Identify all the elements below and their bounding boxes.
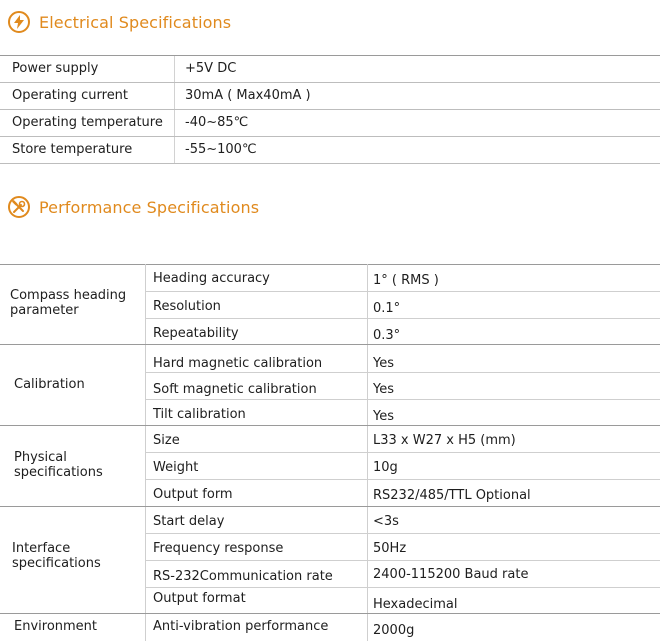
performance-section-title: Performance Specifications (8, 194, 259, 220)
spec-name: Repeatability (153, 326, 239, 341)
spec-value: L33 x W27 x H5 (mm) (373, 433, 516, 448)
table-row: Output form RS232/485/TTL Optional (145, 480, 660, 506)
spec-name: Operating temperature (12, 115, 163, 130)
table-row: Operating temperature -40~85℃ (0, 110, 660, 137)
spec-value: 0.1° (373, 301, 401, 316)
table-row: Weight 10g (145, 453, 660, 480)
spec-value: Yes (373, 382, 394, 397)
spec-name: Power supply (12, 61, 99, 76)
spec-group: Compass heading parameter Heading accura… (0, 264, 660, 345)
table-row: Size L33 x W27 x H5 (mm) (145, 426, 660, 453)
spec-value: Hexadecimal (373, 597, 458, 612)
electrical-section-title: Electrical Specifications (8, 9, 231, 35)
spec-value: 30mA ( Max40mA ) (185, 88, 311, 103)
spec-group: Interface specifications Start delay <3s… (0, 507, 660, 614)
table-row: Start delay <3s (145, 507, 660, 534)
performance-title-text: Performance Specifications (39, 197, 260, 217)
spec-value: -40~85℃ (185, 115, 249, 130)
spec-name: Size (153, 433, 180, 448)
spec-name: Output format (153, 591, 246, 606)
table-row: Store temperature -55~100℃ (0, 137, 660, 164)
table-row: Frequency response 50Hz (145, 534, 660, 561)
spec-group: Environment Anti-vibration performance 2… (0, 614, 660, 641)
electrical-specs-table: Power supply +5V DC Operating current 30… (0, 55, 660, 164)
table-row: Tilt calibration Yes (145, 400, 660, 425)
spec-value: 1° ( RMS ) (373, 273, 439, 288)
spec-value: 50Hz (373, 541, 407, 556)
group-label: Environment (14, 619, 98, 634)
group-label: Interface specifications (12, 541, 101, 571)
spec-name: Operating current (12, 88, 129, 103)
table-row: Soft magnetic calibration Yes (145, 373, 660, 400)
spec-name: Soft magnetic calibration (153, 382, 317, 397)
spec-value: 0.3° (373, 328, 401, 343)
spec-value: -55~100℃ (185, 142, 257, 157)
group-label: Physical specifications (14, 450, 103, 480)
group-label: Calibration (14, 377, 85, 392)
electrical-title-text: Electrical Specifications (39, 12, 232, 32)
tools-icon (8, 196, 30, 218)
table-row: Power supply +5V DC (0, 55, 660, 83)
spec-name: Heading accuracy (153, 271, 270, 286)
lightning-bolt-icon (8, 11, 30, 33)
table-row: Anti-vibration performance 2000g (145, 614, 660, 641)
group-label: Compass heading parameter (10, 288, 127, 318)
spec-group: Physical specifications Size L33 x W27 x… (0, 426, 660, 507)
spec-name: Resolution (153, 299, 221, 314)
spec-name: Frequency response (153, 541, 284, 556)
spec-name: Tilt calibration (153, 407, 246, 422)
table-row: Hard magnetic calibration Yes (145, 345, 660, 373)
table-row: Operating current 30mA ( Max40mA ) (0, 83, 660, 110)
spec-name: Hard magnetic calibration (153, 356, 323, 371)
table-row: Resolution 0.1° (145, 292, 660, 319)
spec-value: 2000g (373, 623, 415, 638)
spec-name: Anti-vibration performance (153, 619, 329, 634)
table-row: RS-232Communication rate 2400-115200 Bau… (145, 561, 660, 588)
spec-name: RS-232Communication rate (153, 569, 333, 584)
spec-name: Start delay (153, 514, 225, 529)
spec-value: Yes (373, 409, 394, 424)
spec-name: Store temperature (12, 142, 133, 157)
spec-value: 2400-115200 Baud rate (373, 567, 529, 582)
table-row: Repeatability 0.3° (145, 319, 660, 344)
spec-name: Weight (153, 460, 199, 475)
performance-specs-table: Compass heading parameter Heading accura… (0, 264, 660, 641)
spec-group: Calibration Hard magnetic calibration Ye… (0, 345, 660, 426)
table-row: Output format Hexadecimal (145, 588, 660, 613)
spec-value: RS232/485/TTL Optional (373, 488, 531, 503)
spec-value: Yes (373, 356, 394, 371)
spec-value: 10g (373, 460, 398, 475)
spec-value: <3s (373, 514, 399, 529)
spec-name: Output form (153, 487, 233, 502)
table-row: Heading accuracy 1° ( RMS ) (145, 264, 660, 292)
spec-value: +5V DC (185, 61, 237, 76)
